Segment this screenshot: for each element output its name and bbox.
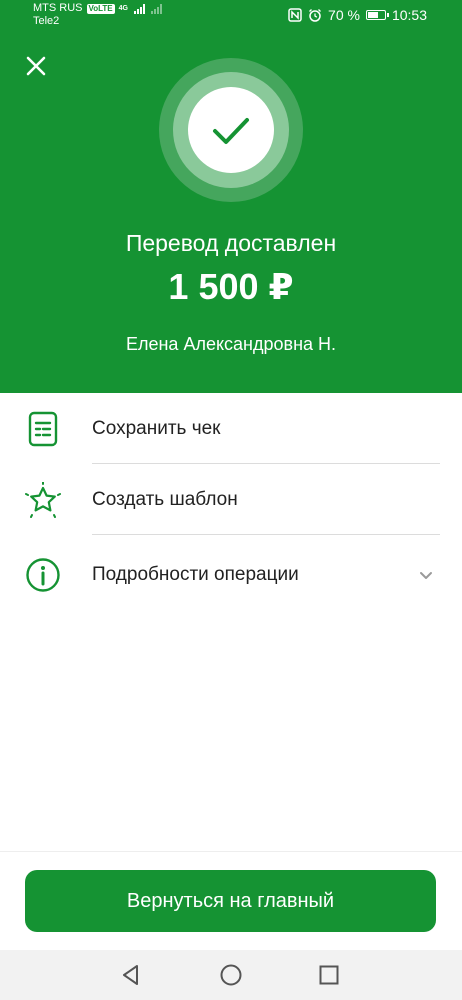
carrier-1: MTS RUS: [33, 2, 83, 14]
back-button[interactable]: [119, 963, 143, 987]
close-icon: [26, 56, 46, 76]
transfer-amount: 1 500 ₽: [168, 266, 294, 307]
status-bar: MTS RUS VoLTE 4G Tele2 70 % 10:53: [0, 0, 462, 30]
recipient-name: Елена Александровна Н.: [125, 334, 337, 354]
star-icon: [25, 481, 61, 518]
back-icon: [123, 965, 138, 985]
footer-divider: [0, 851, 462, 852]
carrier-info: MTS RUS VoLTE 4G Tele2: [33, 2, 162, 28]
status-icons: 70 % 10:53: [288, 0, 462, 30]
clock: 10:53: [391, 7, 427, 23]
save-receipt-label: Сохранить чек: [92, 417, 221, 439]
carrier-2: Tele2: [33, 15, 60, 27]
home-button[interactable]: [219, 963, 243, 987]
chevron-down-icon: [420, 572, 432, 579]
system-nav-bar: [0, 950, 462, 1000]
recents-icon: [319, 965, 339, 985]
recents-button[interactable]: [317, 963, 341, 987]
close-button[interactable]: [24, 54, 48, 78]
operation-details-button[interactable]: Подробности операции: [0, 535, 462, 615]
operation-details-label: Подробности операции: [92, 564, 299, 585]
signal-2-icon: [151, 3, 162, 14]
receipt-icon: [25, 411, 61, 447]
alarm-icon: [309, 9, 321, 22]
battery-percent: 70 %: [328, 7, 360, 23]
success-badge: [159, 58, 303, 202]
create-template-button[interactable]: Создать шаблон: [0, 464, 462, 535]
save-receipt-button[interactable]: Сохранить чек: [0, 393, 462, 464]
battery-icon: [365, 10, 389, 20]
carrier-row-1: MTS RUS VoLTE 4G: [33, 2, 162, 15]
nfc-icon: [288, 8, 302, 22]
info-icon: [25, 557, 61, 593]
return-home-button[interactable]: Вернуться на главный: [25, 870, 436, 932]
network-type: 4G: [118, 5, 128, 12]
signal-icon: [134, 3, 145, 14]
success-badge-ring: [173, 72, 289, 188]
create-template-label: Создать шаблон: [92, 488, 238, 510]
home-icon: [220, 964, 242, 986]
volte-badge: VoLTE: [86, 3, 115, 14]
success-header: Перевод доставлен 1 500 ₽ Елена Александ…: [0, 30, 462, 393]
transfer-status-title: Перевод доставлен: [125, 230, 337, 256]
action-list: Сохранить чек Создать шаблон Подробности…: [0, 393, 462, 615]
success-badge-core: [188, 87, 274, 173]
check-icon: [213, 118, 249, 144]
